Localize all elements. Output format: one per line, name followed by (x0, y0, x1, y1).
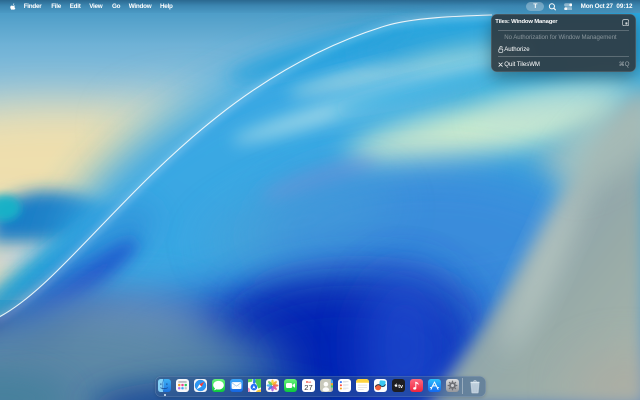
svg-text:27: 27 (304, 383, 312, 392)
svg-text:tv: tv (398, 384, 403, 390)
